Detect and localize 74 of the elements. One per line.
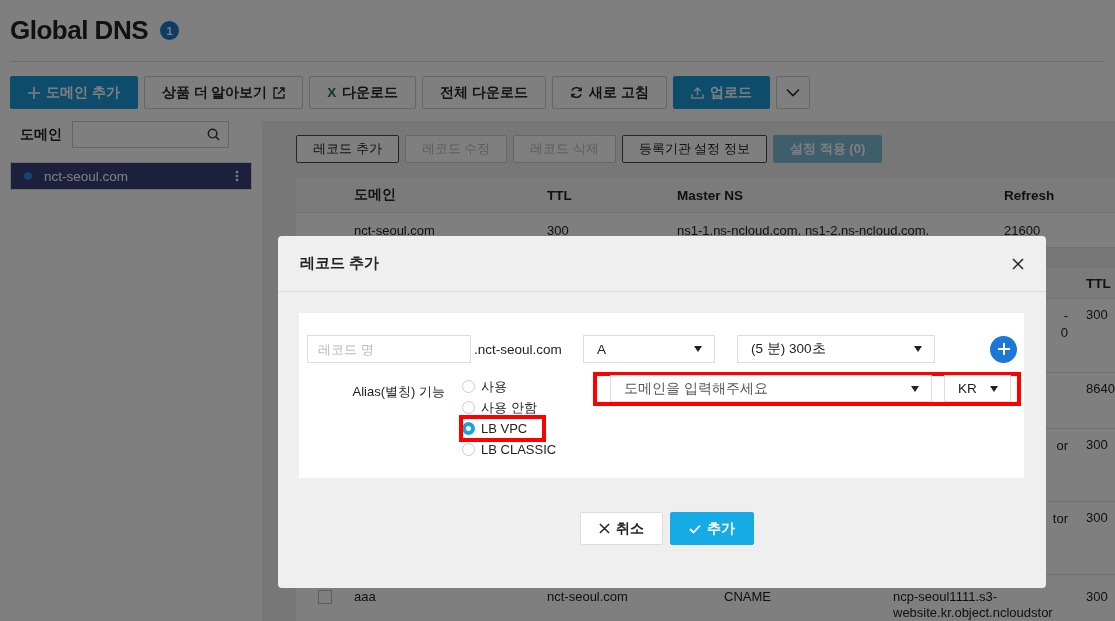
column-header: Master NS <box>677 187 745 203</box>
table-cell-text: nct-seoul.com <box>354 222 436 238</box>
search-icon <box>207 128 220 141</box>
region-select[interactable]: KR <box>944 375 1011 402</box>
record-action-button[interactable]: 등록기관 설정 정보 <box>621 135 768 163</box>
dropdown-arrow-icon <box>911 385 919 392</box>
toolbar-button[interactable]: X 다운로드 <box>309 76 417 109</box>
column-header: TTL <box>1086 275 1112 291</box>
alias-domain-select[interactable]: 도메인을 입력해주세요 <box>610 375 932 402</box>
toolbar-button[interactable]: 새로 고침 <box>552 76 667 109</box>
dropdown-arrow-icon <box>990 385 998 392</box>
more-menu-button[interactable] <box>775 76 810 109</box>
ttl-select[interactable]: (5 분) 300초 <box>737 335 935 363</box>
table-cell-text: 300 <box>1086 307 1109 322</box>
table-cell-text: CNAME <box>724 589 772 604</box>
row-checkbox[interactable] <box>318 590 332 604</box>
table-cell-text: tor <box>1052 510 1068 527</box>
radio-button[interactable] <box>462 422 475 435</box>
count-badge: 1 <box>160 21 179 40</box>
excel-icon: X <box>327 85 337 100</box>
table-cell-text: 21600 <box>1004 222 1042 238</box>
cancel-button[interactable]: 취소 <box>580 512 663 545</box>
table-cell-text: 300 <box>1086 589 1109 604</box>
radio-button[interactable] <box>462 443 475 456</box>
close-button[interactable] <box>1010 255 1026 272</box>
table-cell-text: 300 <box>1086 510 1109 525</box>
plus-icon <box>28 86 40 99</box>
dropdown-arrow-icon <box>694 346 702 352</box>
status-dot <box>24 172 32 180</box>
toolbar-button[interactable]: 상품 더 알아보기 <box>143 76 304 109</box>
table-cell-text: 300 <box>547 222 570 238</box>
domain-suffix: .nct-seoul.com <box>474 341 563 357</box>
table-cell-text: ns1-1.ns-ncloud.com. ns1-2.ns-ncloud.com. <box>677 222 931 238</box>
domain-name: nct-seoul.com <box>44 168 130 184</box>
table-cell-text: - <box>1063 307 1068 324</box>
table-cell-text: website.kr.object.ncloudstor <box>893 605 1054 621</box>
upload-icon <box>690 86 704 99</box>
add-row-button[interactable] <box>990 335 1017 363</box>
dialog-title: 레코드 추가 <box>300 254 380 273</box>
refresh-icon <box>570 86 584 99</box>
toolbar-button[interactable]: 전체 다운로드 <box>422 76 547 109</box>
chevron-down-icon <box>785 88 800 97</box>
plus-icon <box>997 343 1010 355</box>
table-cell-text: or <box>1056 437 1068 454</box>
radio-label[interactable]: 사용 안함 <box>481 398 537 417</box>
radio-label[interactable]: 사용 <box>481 377 507 396</box>
record-type-select[interactable]: A <box>583 335 715 363</box>
page-title: Global DNS <box>10 15 148 46</box>
close-icon <box>1012 257 1024 270</box>
table-cell-text: 0 <box>1060 324 1068 341</box>
radio-label[interactable]: LB CLASSIC <box>481 442 557 457</box>
check-icon <box>689 523 701 534</box>
search-field[interactable] <box>72 121 229 148</box>
table-cell-text: ncp-seoul1111.s3- <box>893 589 999 605</box>
radio-button[interactable] <box>462 401 475 414</box>
domain-list-item[interactable]: nct-seoul.com <box>10 162 252 190</box>
table-cell: 8640 <box>1086 381 1115 396</box>
record-name-field[interactable]: 레코드 명 <box>307 335 471 363</box>
radio-button[interactable] <box>462 380 475 393</box>
confirm-button[interactable]: 추가 <box>670 512 754 545</box>
table-cell-text: 300 <box>1086 437 1109 452</box>
column-header: 도메인 <box>354 186 397 204</box>
table-cell-text: nct-seoul.com <box>547 589 629 604</box>
external-link-icon <box>273 86 286 99</box>
column-header: TTL <box>547 187 573 203</box>
sidebar-label: 도메인 <box>20 125 62 144</box>
more-options-icon <box>235 170 239 182</box>
dropdown-arrow-icon <box>914 346 922 352</box>
radio-label[interactable]: LB VPC <box>481 421 528 436</box>
column-header: Refresh <box>1004 187 1056 203</box>
table-cell-text: aaa <box>354 589 377 604</box>
close-icon <box>599 523 610 534</box>
record-action-button[interactable]: 레코드 추가 <box>296 135 399 163</box>
alias-label: Alias(별칭) 기능 <box>351 383 445 401</box>
